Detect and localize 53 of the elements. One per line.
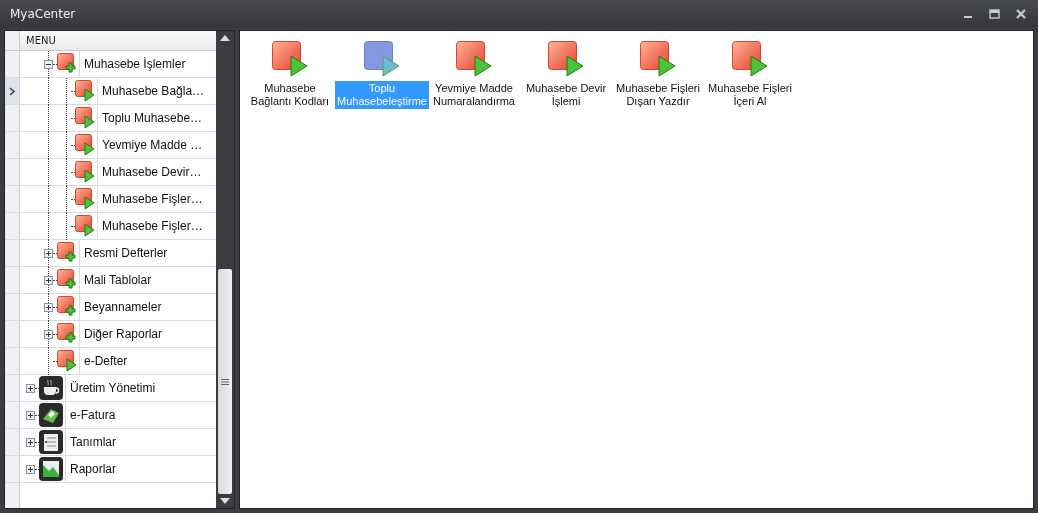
launch-tile[interactable]: Yevmiye Madde Numaralandırma bbox=[430, 41, 518, 109]
cup-icon bbox=[39, 376, 63, 400]
square-play-icon bbox=[75, 107, 95, 129]
chart-icon bbox=[39, 457, 63, 481]
expander-icon[interactable] bbox=[26, 383, 35, 393]
expander-icon[interactable] bbox=[44, 248, 53, 258]
square-play-icon bbox=[75, 134, 95, 156]
tile-label: Yevmiye Madde Numaralandırma bbox=[432, 81, 516, 109]
scroll-up-icon[interactable] bbox=[220, 35, 230, 41]
square-play-icon bbox=[548, 41, 584, 77]
current-row-icon bbox=[9, 86, 15, 96]
tile-label: Muhasebe Fişleri İçeri Al bbox=[707, 81, 793, 109]
launch-tile[interactable]: Muhasebe Bağlantı Kodları bbox=[246, 41, 334, 109]
grip-icon bbox=[221, 378, 229, 385]
tile-label: Muhasebe Devir İşlemi bbox=[524, 81, 608, 109]
square-plus-icon bbox=[57, 242, 77, 264]
leaf-icon bbox=[39, 403, 63, 427]
expander-icon[interactable] bbox=[26, 410, 35, 420]
launch-tile[interactable]: Muhasebe Fişleri İçeri Al bbox=[706, 41, 794, 109]
scroll-down-icon[interactable] bbox=[220, 498, 230, 504]
row-indicator[interactable] bbox=[5, 78, 20, 104]
square-plus-icon bbox=[57, 323, 77, 345]
launch-tile[interactable]: Muhasebe Devir İşlemi bbox=[522, 41, 610, 109]
expander-icon[interactable] bbox=[26, 437, 35, 447]
window-title: MyaCenter bbox=[10, 7, 76, 21]
square-plus-icon bbox=[57, 269, 77, 291]
square-play-icon bbox=[75, 188, 95, 210]
list-icon bbox=[39, 430, 63, 454]
square-plus-icon bbox=[57, 296, 77, 318]
expander-icon[interactable] bbox=[44, 329, 53, 339]
close-icon[interactable] bbox=[1016, 9, 1026, 19]
tile-label: Toplu Muhasebeleştirme bbox=[335, 81, 429, 109]
square-play-icon bbox=[75, 161, 95, 183]
expander-icon[interactable] bbox=[44, 302, 53, 312]
square-play-icon bbox=[732, 41, 768, 77]
square-play-icon bbox=[364, 41, 400, 77]
scrollbar[interactable] bbox=[216, 31, 234, 508]
square-play-icon bbox=[456, 41, 492, 77]
square-play-icon bbox=[272, 41, 308, 77]
square-play-icon bbox=[75, 80, 95, 102]
maximize-icon[interactable] bbox=[989, 9, 1000, 19]
square-play-icon bbox=[640, 41, 676, 77]
column-header: MENU bbox=[25, 34, 56, 48]
square-plus-icon bbox=[57, 53, 77, 75]
square-play-icon bbox=[75, 215, 95, 237]
tile-label: Muhasebe Fişleri Dışarı Yazdır bbox=[615, 81, 701, 109]
expander-icon[interactable] bbox=[44, 275, 53, 285]
tile-label: Muhasebe Bağlantı Kodları bbox=[249, 81, 331, 109]
launch-tile[interactable]: Muhasebe Fişleri Dışarı Yazdır bbox=[614, 41, 702, 109]
expander-icon[interactable] bbox=[44, 59, 53, 69]
square-play-icon bbox=[57, 350, 77, 372]
expander-icon[interactable] bbox=[26, 464, 35, 474]
indicator-column bbox=[5, 483, 20, 508]
